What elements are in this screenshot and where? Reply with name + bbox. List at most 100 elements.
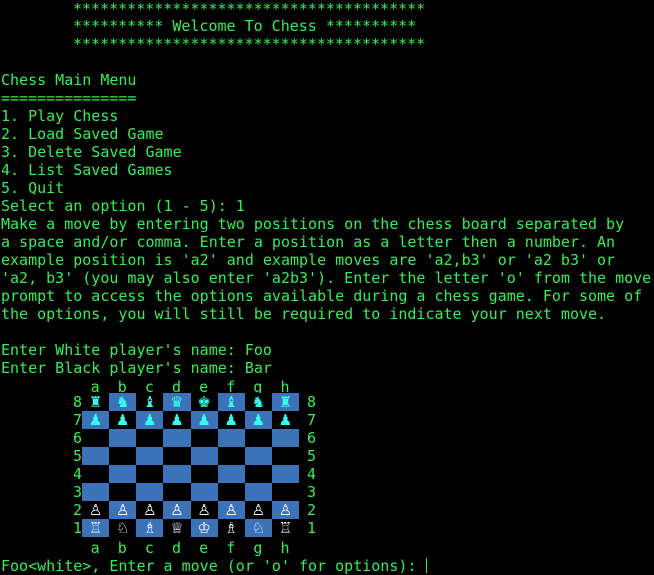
board-square-h2[interactable]: ♙ xyxy=(271,501,299,519)
board-square-f6[interactable] xyxy=(217,429,245,447)
board-square-b7[interactable]: ♟ xyxy=(109,411,137,429)
board-square-h8[interactable]: ♜ xyxy=(271,393,299,411)
menu-underline: =============== xyxy=(1,89,137,107)
board-square-f1[interactable]: ♗ xyxy=(217,519,245,537)
board-square-e5[interactable] xyxy=(190,447,218,465)
rank-label-right: 7 xyxy=(307,411,317,429)
board-square-g4[interactable] xyxy=(244,465,272,483)
board-square-c3[interactable] xyxy=(136,483,164,501)
board-square-e3[interactable] xyxy=(190,483,218,501)
board-square-c4[interactable] xyxy=(136,465,164,483)
menu-option-delete: 3. Delete Saved Game xyxy=(1,143,182,161)
board-square-d3[interactable] xyxy=(163,483,191,501)
instructions-line: example position is 'a2' and example mov… xyxy=(1,251,616,269)
board-square-d7[interactable]: ♟ xyxy=(163,411,191,429)
board-square-b8[interactable]: ♞ xyxy=(109,393,137,411)
rank-label-left: 4 xyxy=(73,465,83,483)
rank-label-right: 8 xyxy=(307,393,317,411)
board-square-a7[interactable]: ♟ xyxy=(82,411,110,429)
chess-piece: ♘ xyxy=(251,519,266,537)
chess-piece: ♟ xyxy=(251,411,266,429)
chess-piece: ♙ xyxy=(115,501,130,519)
board-square-c8[interactable]: ♝ xyxy=(136,393,164,411)
chess-piece: ♟ xyxy=(224,411,238,429)
terminal-window: *************************************** … xyxy=(0,0,654,575)
board-square-g3[interactable] xyxy=(244,483,272,501)
board-square-b6[interactable] xyxy=(109,429,137,447)
board-square-h6[interactable] xyxy=(271,429,299,447)
board-square-e2[interactable]: ♙ xyxy=(190,501,218,519)
board-square-d8[interactable]: ♛ xyxy=(163,393,191,411)
board-square-d4[interactable] xyxy=(163,465,191,483)
file-label-bottom: b xyxy=(117,539,127,557)
chess-board[interactable]: ♜ ♞ ♝ ♛ ♚ ♝ ♞ ♜ ♟ ♟ ♟ ♟ ♟ ♟ ♟ ♟ ♙ ♙ ♙ ♙ ♙ ♙ ♙ ♙ ♖ ♘ ♗ ♕ ♔ ♗ ♘ ♖ xyxy=(82,393,299,537)
chess-piece: ♙ xyxy=(143,501,157,519)
menu-select-prompt: Select an option (1 - 5): 1 xyxy=(1,197,245,215)
board-square-g2[interactable]: ♙ xyxy=(244,501,272,519)
chess-piece: ♝ xyxy=(224,393,238,411)
chess-piece: ♖ xyxy=(278,519,293,537)
board-square-f4[interactable] xyxy=(217,465,245,483)
board-square-a6[interactable] xyxy=(82,429,110,447)
board-square-e4[interactable] xyxy=(190,465,218,483)
rank-label-right: 5 xyxy=(307,447,317,465)
white-player-prompt: Enter White player's name: Foo xyxy=(1,341,272,359)
board-square-c2[interactable]: ♙ xyxy=(136,501,164,519)
board-square-a4[interactable] xyxy=(82,465,110,483)
board-square-f3[interactable] xyxy=(217,483,245,501)
chess-piece: ♝ xyxy=(143,393,157,411)
board-square-h1[interactable]: ♖ xyxy=(271,519,299,537)
board-square-b2[interactable]: ♙ xyxy=(109,501,137,519)
board-square-c5[interactable] xyxy=(136,447,164,465)
chess-piece: ♟ xyxy=(170,411,184,429)
rank-label-left: 7 xyxy=(73,411,83,429)
board-square-c1[interactable]: ♗ xyxy=(136,519,164,537)
board-square-g5[interactable] xyxy=(244,447,272,465)
black-player-prompt: Enter Black player's name: Bar xyxy=(1,359,272,377)
board-square-h7[interactable]: ♟ xyxy=(271,411,299,429)
board-square-g7[interactable]: ♟ xyxy=(244,411,272,429)
board-square-h3[interactable] xyxy=(271,483,299,501)
board-square-e6[interactable] xyxy=(190,429,218,447)
board-square-d1[interactable]: ♕ xyxy=(163,519,191,537)
board-square-f7[interactable]: ♟ xyxy=(217,411,245,429)
board-square-b3[interactable] xyxy=(109,483,137,501)
chess-piece: ♟ xyxy=(88,411,103,429)
board-square-g6[interactable] xyxy=(244,429,272,447)
board-square-f8[interactable]: ♝ xyxy=(217,393,245,411)
chess-piece: ♚ xyxy=(197,393,211,411)
chess-piece: ♞ xyxy=(251,393,266,411)
board-square-h4[interactable] xyxy=(271,465,299,483)
board-square-h5[interactable] xyxy=(271,447,299,465)
board-square-a2[interactable]: ♙ xyxy=(82,501,110,519)
instructions-line: Make a move by entering two positions on… xyxy=(1,215,625,233)
rank-label-right: 1 xyxy=(307,519,317,537)
file-label-bottom: a xyxy=(90,539,100,557)
board-square-f5[interactable] xyxy=(217,447,245,465)
board-square-g1[interactable]: ♘ xyxy=(244,519,272,537)
board-square-b4[interactable] xyxy=(109,465,137,483)
chess-piece: ♕ xyxy=(170,519,184,537)
board-square-a8[interactable]: ♜ xyxy=(82,393,110,411)
board-square-e1[interactable]: ♔ xyxy=(190,519,218,537)
board-square-a5[interactable] xyxy=(82,447,110,465)
chess-piece: ♙ xyxy=(170,501,184,519)
chess-piece: ♙ xyxy=(88,501,103,519)
rank-label-right: 3 xyxy=(307,483,317,501)
move-prompt-line[interactable]: Foo<white>, Enter a move (or 'o' for opt… xyxy=(1,557,428,575)
board-square-d6[interactable] xyxy=(163,429,191,447)
banner-title: ********** Welcome To Chess ********** xyxy=(73,17,417,35)
board-square-e8[interactable]: ♚ xyxy=(190,393,218,411)
board-square-b1[interactable]: ♘ xyxy=(109,519,137,537)
board-square-g8[interactable]: ♞ xyxy=(244,393,272,411)
board-square-c7[interactable]: ♟ xyxy=(136,411,164,429)
board-square-e7[interactable]: ♟ xyxy=(190,411,218,429)
board-square-d5[interactable] xyxy=(163,447,191,465)
board-square-b5[interactable] xyxy=(109,447,137,465)
board-square-f2[interactable]: ♙ xyxy=(217,501,245,519)
instructions-line: a space and/or comma. Enter a position a… xyxy=(1,233,616,251)
board-square-c6[interactable] xyxy=(136,429,164,447)
board-square-a1[interactable]: ♖ xyxy=(82,519,110,537)
board-square-d2[interactable]: ♙ xyxy=(163,501,191,519)
board-square-a3[interactable] xyxy=(82,483,110,501)
